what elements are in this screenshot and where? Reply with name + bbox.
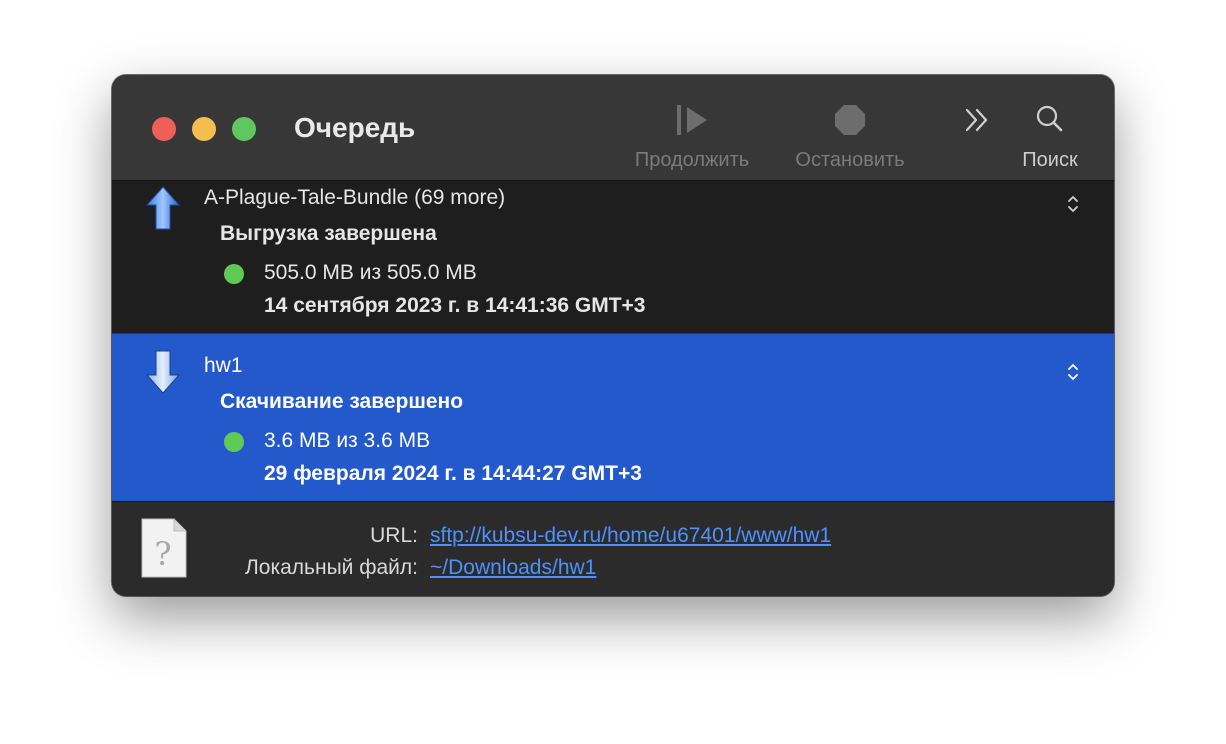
unknown-file-icon: ?	[141, 518, 187, 578]
maximize-window-button[interactable]	[232, 117, 256, 141]
search-label: Поиск	[1022, 149, 1078, 171]
download-arrow-icon	[146, 350, 180, 394]
resume-button[interactable]: Продолжить	[612, 97, 772, 173]
transfer-list: A-Plague-Tale-Bundle (69 more) Выгрузка …	[112, 181, 1114, 501]
resume-label: Продолжить	[634, 149, 750, 171]
close-window-button[interactable]	[152, 117, 176, 141]
transfer-status: Скачивание завершено	[220, 390, 464, 413]
stop-label: Остановить	[795, 149, 905, 171]
window-title: Очередь	[294, 112, 416, 143]
url-label: URL:	[370, 524, 418, 547]
transfer-size: 3.6 MB из 3.6 MB	[264, 429, 431, 452]
svg-text:?: ?	[154, 535, 171, 573]
status-indicator	[224, 264, 244, 284]
transfer-row[interactable]: A-Plague-Tale-Bundle (69 more) Выгрузка …	[112, 181, 1114, 334]
stop-button[interactable]: Остановить	[770, 97, 930, 173]
transfer-size: 505.0 MB из 505.0 MB	[264, 261, 477, 284]
local-file-link[interactable]: ~/Downloads/hw1	[430, 556, 596, 580]
search-icon	[1036, 105, 1063, 132]
more-toolbar-items-button[interactable]	[958, 97, 998, 173]
resume-icon	[677, 105, 707, 135]
upload-arrow-icon	[146, 186, 180, 230]
chevron-double-right-icon	[965, 108, 988, 132]
expand-stepper-icon[interactable]	[1065, 361, 1081, 383]
expand-stepper-icon[interactable]	[1065, 193, 1081, 215]
transfer-date: 14 сентября 2023 г. в 14:41:36 GMT+3	[264, 294, 646, 317]
transfer-name: A-Plague-Tale-Bundle (69 more)	[204, 186, 506, 209]
local-file-label: Локальный файл:	[244, 556, 418, 579]
queue-window: Очередь Продолжить Остановить Поиск A-Pl…	[112, 75, 1114, 596]
minimize-window-button[interactable]	[192, 117, 216, 141]
status-indicator	[224, 432, 244, 452]
search-button[interactable]: Поиск	[1000, 97, 1100, 173]
transfer-status: Выгрузка завершена	[220, 222, 437, 245]
toolbar: Очередь Продолжить Остановить Поиск	[112, 75, 1114, 181]
details-panel: ? URL: sftp://kubsu-dev.ru/home/u67401/w…	[112, 501, 1114, 596]
transfer-name: hw1	[204, 354, 243, 377]
url-link[interactable]: sftp://kubsu-dev.ru/home/u67401/www/hw1	[430, 524, 831, 548]
transfer-date: 29 февраля 2024 г. в 14:44:27 GMT+3	[264, 462, 642, 485]
transfer-row-selected[interactable]: hw1 Скачивание завершено 3.6 MB из 3.6 M…	[112, 334, 1114, 501]
stop-icon	[835, 105, 865, 135]
